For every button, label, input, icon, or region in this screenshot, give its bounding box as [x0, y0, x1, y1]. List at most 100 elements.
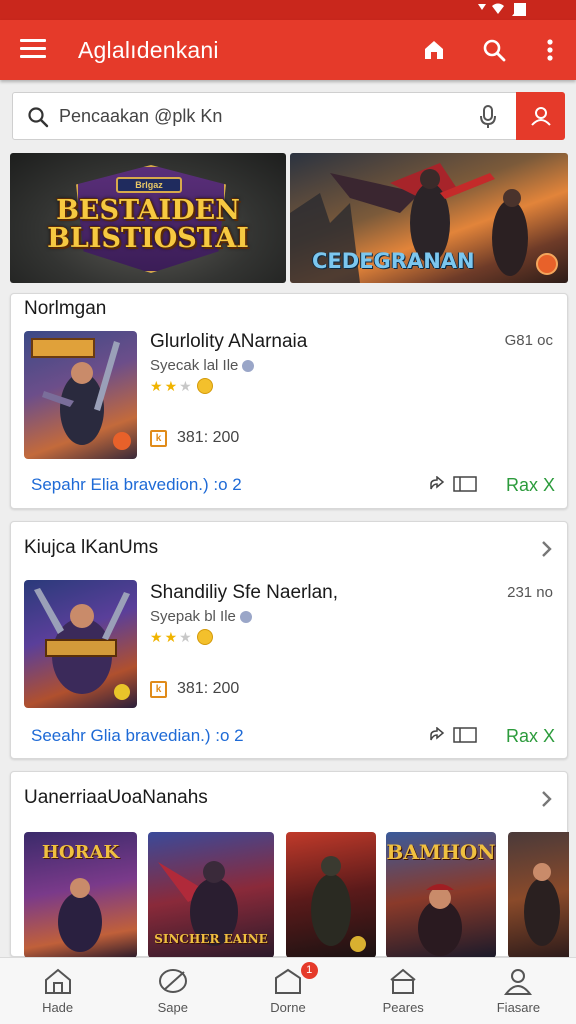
search-input[interactable] [59, 101, 459, 131]
home-icon [425, 41, 443, 59]
rating-stars: ★ ★ ★ [150, 629, 213, 645]
install-button[interactable]: Rax X [506, 475, 555, 496]
app-thumbnail[interactable] [24, 580, 137, 708]
star-icon: ★ [164, 629, 178, 645]
star-icon: ★ [150, 629, 163, 645]
app-developer: Syecak lal Ile [150, 357, 255, 374]
app-bar: Aglalıdenkani [0, 20, 576, 80]
section-card-3: UanerriaaUoaNanahs HORAK SINCHER EAINE B… [10, 771, 569, 958]
share-icon[interactable] [429, 476, 445, 492]
app-details-link[interactable]: Seeahr Glia bravedian.) :o 2 [31, 726, 244, 746]
featured-banner-1[interactable]: Brlgaz BESTAIDEN BLISTIOSTAI [10, 153, 286, 283]
banner-crest: Brlgaz [116, 177, 182, 193]
app-stat: k 381: 200 [150, 680, 239, 698]
game-art [34, 588, 130, 700]
game-art [31, 338, 131, 450]
search-icon [28, 107, 49, 128]
search-bar [12, 92, 565, 140]
game-thumbnail[interactable] [286, 832, 376, 958]
search-icon [483, 39, 506, 62]
banner-title: CEDEGRANAN [312, 249, 475, 273]
developer-name: Syecak lal Ile [150, 357, 239, 374]
mic-icon[interactable] [479, 105, 497, 129]
nav-item-fiasare[interactable]: Fiasare [461, 958, 576, 1024]
game-art [58, 878, 102, 952]
house-icon [390, 968, 416, 994]
nav-item-sape[interactable]: Sape [115, 958, 230, 1024]
section-title[interactable]: Kiujca lKanUms [24, 537, 158, 559]
app-size: G81 oc [504, 332, 553, 349]
stat-icon: k [150, 429, 167, 447]
leaf-icon [158, 969, 187, 993]
developer-name: Syepak bl Ile [150, 608, 236, 625]
star-icon: ★ [164, 378, 178, 394]
game-thumbnail[interactable]: SINCHER EAINE [148, 832, 274, 958]
app-developer: Syepak bl Ile [150, 608, 252, 625]
coin-icon [196, 378, 213, 394]
notification-badge: 1 [300, 962, 318, 979]
app-thumbnail[interactable] [24, 331, 137, 459]
chevron-right-icon[interactable] [541, 540, 553, 558]
share-icon[interactable] [429, 727, 445, 743]
star-icon: ★ [179, 378, 192, 394]
home-button[interactable] [418, 34, 450, 66]
app-stat: k 381: 200 [150, 429, 239, 447]
game-art [311, 856, 366, 952]
banner-title-line2: BLISTIOSTAI [47, 223, 249, 254]
game-thumbnail[interactable] [508, 832, 569, 958]
nav-label: Sape [157, 1000, 188, 1015]
thumbnail-caption: SINCHER EAINE [154, 932, 268, 946]
game-art [524, 863, 560, 946]
verified-icon [239, 611, 252, 624]
app-name[interactable]: Shandiliy Sfe Naerlan, [150, 582, 338, 604]
more-button[interactable] [534, 34, 566, 66]
section-title[interactable]: UanerriaaUoaNanahs [24, 787, 208, 809]
nav-label: Dorne [270, 1000, 306, 1015]
coin-icon [196, 629, 213, 645]
more-vert-icon [547, 39, 553, 61]
app-size: 231 no [507, 584, 553, 601]
account-icon [530, 107, 551, 126]
screen-icon[interactable] [453, 727, 477, 743]
verified-icon [242, 360, 255, 373]
banner-badge-icon [536, 253, 558, 275]
app-details-link[interactable]: Sepahr Elia bravedion.) :o 2 [31, 475, 242, 495]
nav-item-home[interactable]: Hade [0, 958, 115, 1024]
nav-label: Peares [382, 1000, 424, 1015]
battery-icon [514, 3, 526, 16]
game-carousel: HORAK SINCHER EAINE BAMHON [24, 832, 569, 958]
stat-value: 381: 200 [177, 680, 240, 697]
section-title: Norlmgan [24, 298, 107, 319]
nav-label: Fiasare [496, 1000, 541, 1015]
status-bar [0, 0, 576, 20]
rating-stars: ★ ★ ★ [150, 378, 213, 394]
game-art [418, 884, 462, 956]
game-thumbnail[interactable]: BAMHON [386, 832, 496, 958]
app-title: Aglalıdenkani [78, 37, 219, 63]
app-actions [429, 476, 477, 492]
account-search-button[interactable] [516, 92, 565, 140]
nav-item-peares[interactable]: Peares [346, 958, 461, 1024]
search-button[interactable] [478, 34, 510, 66]
app-name[interactable]: Glurlolity ANarnaia [150, 331, 307, 353]
install-button[interactable]: Rax X [506, 726, 555, 747]
section-card-1: Norlmgan Glurlolity ANarnaia Syecak lal … [10, 293, 568, 509]
profile-icon [504, 969, 533, 995]
stat-value: 381: 200 [177, 429, 240, 446]
bottom-navigation: Hade Sape 1 Dorne Peares Fiasare [0, 957, 576, 1024]
menu-icon[interactable] [20, 39, 46, 61]
home-icon [44, 968, 71, 994]
stat-icon: k [150, 680, 167, 698]
download-icon [275, 968, 301, 994]
banner-title-line1: BESTAIDEN [56, 195, 240, 226]
app-actions [429, 727, 477, 743]
nav-label: Hade [42, 1000, 74, 1015]
screen-icon[interactable] [453, 476, 477, 492]
nav-item-dorne[interactable]: 1 Dorne [230, 958, 345, 1024]
star-icon: ★ [179, 629, 192, 645]
star-icon: ★ [150, 378, 163, 394]
game-thumbnail[interactable]: HORAK [24, 832, 137, 958]
section-card-2: Kiujca lKanUms Shandiliy Sfe Naerlan, Sy… [10, 521, 568, 759]
chevron-right-icon[interactable] [541, 790, 553, 808]
featured-banner-2[interactable]: CEDEGRANAN [290, 153, 568, 283]
